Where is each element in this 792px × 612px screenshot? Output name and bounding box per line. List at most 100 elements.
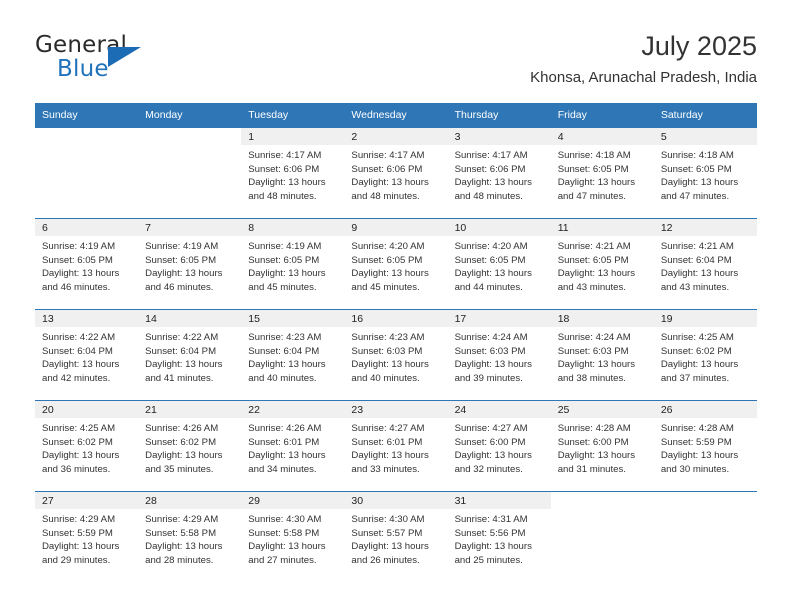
day-detail-line: Daylight: 13 hours xyxy=(454,177,532,189)
day-detail-line: Sunrise: 4:29 AM xyxy=(145,514,219,525)
day-details: Sunrise: 4:28 AM Sunset: 5:59 PM Daylight:… xyxy=(654,418,757,476)
calendar-day-cell[interactable]: 9 Sunrise: 4:20 AM Sunset: 6:05 PM Daylight… xyxy=(344,218,448,310)
calendar-day-cell[interactable]: 4 Sunrise: 4:18 AM Sunset: 6:05 PM Daylight… xyxy=(550,128,654,219)
day-detail-line: Daylight: 13 hours xyxy=(557,177,636,189)
calendar-day-cell[interactable]: 15 Sunrise: 4:23 AM Sunset: 6:04 PM Dayligh… xyxy=(241,309,345,401)
day-detail-line: Sunrise: 4:17 AM xyxy=(248,150,322,161)
calendar-day-cell[interactable]: 22 Sunrise: 4:26 AM Sunset: 6:01 PM Dayligh… xyxy=(241,400,345,492)
day-number xyxy=(35,128,139,145)
page-header: General Blue July 2025 Khonsa, Arunachal… xyxy=(35,30,757,98)
day-detail-line: and 42 minutes. xyxy=(42,372,111,384)
calendar-day-cell[interactable]: 26 Sunrise: 4:28 AM Sunset: 5:59 PM Dayligh… xyxy=(653,400,757,492)
day-detail-line: Sunrise: 4:21 AM xyxy=(557,241,631,252)
calendar-day-cell[interactable]: 7 Sunrise: 4:19 AM Sunset: 6:05 PM Daylight… xyxy=(138,218,242,310)
day-detail-line: Daylight: 13 hours xyxy=(145,359,223,371)
day-number: 9 xyxy=(344,219,448,236)
day-detail-line: Sunset: 6:00 PM xyxy=(557,436,629,448)
calendar-day-cell[interactable]: 14 Sunrise: 4:22 AM Sunset: 6:04 PM Dayligh… xyxy=(138,309,242,401)
day-detail-line: and 40 minutes. xyxy=(248,372,317,384)
calendar-day-cell[interactable]: 29 Sunrise: 4:30 AM Sunset: 5:58 PM Dayligh… xyxy=(241,491,345,582)
day-details: Sunrise: 4:22 AM Sunset: 6:04 PM Daylight:… xyxy=(138,327,241,385)
location-subtitle: Khonsa, Arunachal Pradesh, India xyxy=(530,69,757,86)
calendar-day-cell[interactable]: 3 Sunrise: 4:17 AM Sunset: 6:06 PM Daylight… xyxy=(447,128,551,219)
calendar-day-cell[interactable]: 27 Sunrise: 4:29 AM Sunset: 5:59 PM Dayligh… xyxy=(35,491,139,582)
day-detail-line: Sunset: 6:02 PM xyxy=(145,436,217,448)
day-details: Sunrise: 4:23 AM Sunset: 6:04 PM Daylight:… xyxy=(241,327,344,385)
calendar-day-cell[interactable]: 30 Sunrise: 4:30 AM Sunset: 5:57 PM Dayligh… xyxy=(344,491,448,582)
day-detail-line: Sunrise: 4:19 AM xyxy=(42,241,116,252)
calendar-week-row: 27 Sunrise: 4:29 AM Sunset: 5:59 PM Dayligh… xyxy=(35,491,757,582)
calendar-day-cell[interactable]: 13 Sunrise: 4:22 AM Sunset: 6:04 PM Dayligh… xyxy=(35,309,139,401)
calendar-day-cell[interactable]: 8 Sunrise: 4:19 AM Sunset: 6:05 PM Daylight… xyxy=(241,218,345,310)
day-detail-line: and 28 minutes. xyxy=(145,554,214,566)
calendar-day-cell[interactable]: 11 Sunrise: 4:21 AM Sunset: 6:05 PM Dayligh… xyxy=(550,218,654,310)
day-detail-line: Sunrise: 4:29 AM xyxy=(42,514,116,525)
calendar-day-cell[interactable]: 16 Sunrise: 4:23 AM Sunset: 6:03 PM Dayligh… xyxy=(344,309,448,401)
day-detail-line: Sunrise: 4:30 AM xyxy=(351,514,425,525)
calendar-day-cell[interactable]: 1 Sunrise: 4:17 AM Sunset: 6:06 PM Daylight… xyxy=(241,128,345,219)
day-cell-inner: 12 Sunrise: 4:21 AM Sunset: 6:04 PM Dayligh… xyxy=(653,219,757,309)
day-detail-line: Sunrise: 4:28 AM xyxy=(660,423,734,434)
page-title: July 2025 xyxy=(641,31,757,61)
weekday-header-tuesday: Tuesday xyxy=(241,103,345,128)
day-details: Sunrise: 4:24 AM Sunset: 6:03 PM Daylight:… xyxy=(448,327,551,385)
day-detail-line: Daylight: 13 hours xyxy=(42,359,120,371)
calendar-day-cell[interactable]: 10 Sunrise: 4:20 AM Sunset: 6:05 PM Dayligh… xyxy=(447,218,551,310)
day-cell-inner: 24 Sunrise: 4:27 AM Sunset: 6:00 PM Dayligh… xyxy=(447,401,551,491)
day-detail-line: Sunrise: 4:26 AM xyxy=(145,423,219,434)
day-details: Sunrise: 4:27 AM Sunset: 6:01 PM Daylight:… xyxy=(344,418,447,476)
day-detail-line: Sunrise: 4:22 AM xyxy=(42,332,116,343)
day-number: 26 xyxy=(653,401,757,418)
brand-logo[interactable]: General Blue xyxy=(35,32,235,88)
day-detail-line: Sunset: 6:01 PM xyxy=(351,436,423,448)
day-detail-line: and 45 minutes. xyxy=(351,281,420,293)
day-cell-inner: 10 Sunrise: 4:20 AM Sunset: 6:05 PM Dayligh… xyxy=(447,219,551,309)
day-detail-line: and 39 minutes. xyxy=(454,372,523,384)
calendar-day-cell[interactable]: 5 Sunrise: 4:18 AM Sunset: 6:05 PM Daylight… xyxy=(653,128,757,219)
day-number: 11 xyxy=(550,219,654,236)
day-cell-inner: 29 Sunrise: 4:30 AM Sunset: 5:58 PM Dayligh… xyxy=(241,492,345,582)
calendar-day-cell[interactable]: 6 Sunrise: 4:19 AM Sunset: 6:05 PM Daylight… xyxy=(35,218,139,310)
calendar-day-cell[interactable]: 24 Sunrise: 4:27 AM Sunset: 6:00 PM Dayligh… xyxy=(447,400,551,492)
weekday-header-friday: Friday xyxy=(550,103,654,128)
day-cell-inner: 2 Sunrise: 4:17 AM Sunset: 6:06 PM Daylight… xyxy=(344,128,448,218)
day-detail-line: Daylight: 13 hours xyxy=(351,541,429,553)
calendar-day-cell[interactable]: 18 Sunrise: 4:24 AM Sunset: 6:03 PM Dayligh… xyxy=(550,309,654,401)
day-detail-line: Sunrise: 4:21 AM xyxy=(660,241,734,252)
day-cell-inner: 7 Sunrise: 4:19 AM Sunset: 6:05 PM Daylight… xyxy=(138,219,242,309)
calendar-table: Sunday Monday Tuesday Wednesday Thursday… xyxy=(35,103,757,582)
day-detail-line: and 47 minutes. xyxy=(660,190,730,202)
day-cell-inner: 18 Sunrise: 4:24 AM Sunset: 6:03 PM Dayligh… xyxy=(550,310,654,400)
calendar-day-cell[interactable]: 28 Sunrise: 4:29 AM Sunset: 5:58 PM Dayligh… xyxy=(138,491,242,582)
day-detail-line: Daylight: 13 hours xyxy=(42,541,120,553)
calendar-day-cell[interactable]: 23 Sunrise: 4:27 AM Sunset: 6:01 PM Dayligh… xyxy=(344,400,448,492)
calendar-day-cell[interactable]: 12 Sunrise: 4:21 AM Sunset: 6:04 PM Dayligh… xyxy=(653,218,757,310)
calendar-day-cell[interactable]: 17 Sunrise: 4:24 AM Sunset: 6:03 PM Dayligh… xyxy=(447,309,551,401)
day-detail-line: Sunrise: 4:18 AM xyxy=(660,150,734,161)
calendar-day-cell[interactable]: 19 Sunrise: 4:25 AM Sunset: 6:02 PM Dayligh… xyxy=(653,309,757,401)
calendar-day-cell[interactable]: 21 Sunrise: 4:26 AM Sunset: 6:02 PM Dayligh… xyxy=(138,400,242,492)
calendar-day-cell[interactable]: 31 Sunrise: 4:31 AM Sunset: 5:56 PM Dayligh… xyxy=(447,491,551,582)
day-detail-line: Sunrise: 4:20 AM xyxy=(454,241,528,252)
day-details: Sunrise: 4:28 AM Sunset: 6:00 PM Daylight:… xyxy=(551,418,654,476)
day-cell-inner: 20 Sunrise: 4:25 AM Sunset: 6:02 PM Dayligh… xyxy=(35,401,139,491)
day-cell-inner xyxy=(138,128,242,218)
day-details: Sunrise: 4:17 AM Sunset: 6:06 PM Daylight:… xyxy=(241,145,344,203)
calendar-day-cell[interactable]: 2 Sunrise: 4:17 AM Sunset: 6:06 PM Daylight… xyxy=(344,128,448,219)
day-number: 29 xyxy=(241,492,345,509)
day-number: 6 xyxy=(35,219,139,236)
day-detail-line: Sunset: 5:57 PM xyxy=(351,527,423,539)
day-details: Sunrise: 4:20 AM Sunset: 6:05 PM Daylight:… xyxy=(344,236,447,294)
day-detail-line: Sunrise: 4:31 AM xyxy=(454,514,528,525)
day-detail-line: Daylight: 13 hours xyxy=(248,359,326,371)
day-number: 18 xyxy=(550,310,654,327)
day-detail-line: Daylight: 13 hours xyxy=(454,450,532,462)
calendar-day-cell[interactable]: 20 Sunrise: 4:25 AM Sunset: 6:02 PM Dayligh… xyxy=(35,400,139,492)
day-details: Sunrise: 4:21 AM Sunset: 6:04 PM Daylight:… xyxy=(654,236,757,294)
calendar-day-cell[interactable]: 25 Sunrise: 4:28 AM Sunset: 6:00 PM Dayligh… xyxy=(550,400,654,492)
day-detail-line: and 46 minutes. xyxy=(42,281,111,293)
day-detail-line: and 47 minutes. xyxy=(557,190,626,202)
day-cell-inner: 11 Sunrise: 4:21 AM Sunset: 6:05 PM Dayligh… xyxy=(550,219,654,309)
day-detail-line: Sunset: 6:05 PM xyxy=(557,254,629,266)
day-details xyxy=(654,509,757,513)
